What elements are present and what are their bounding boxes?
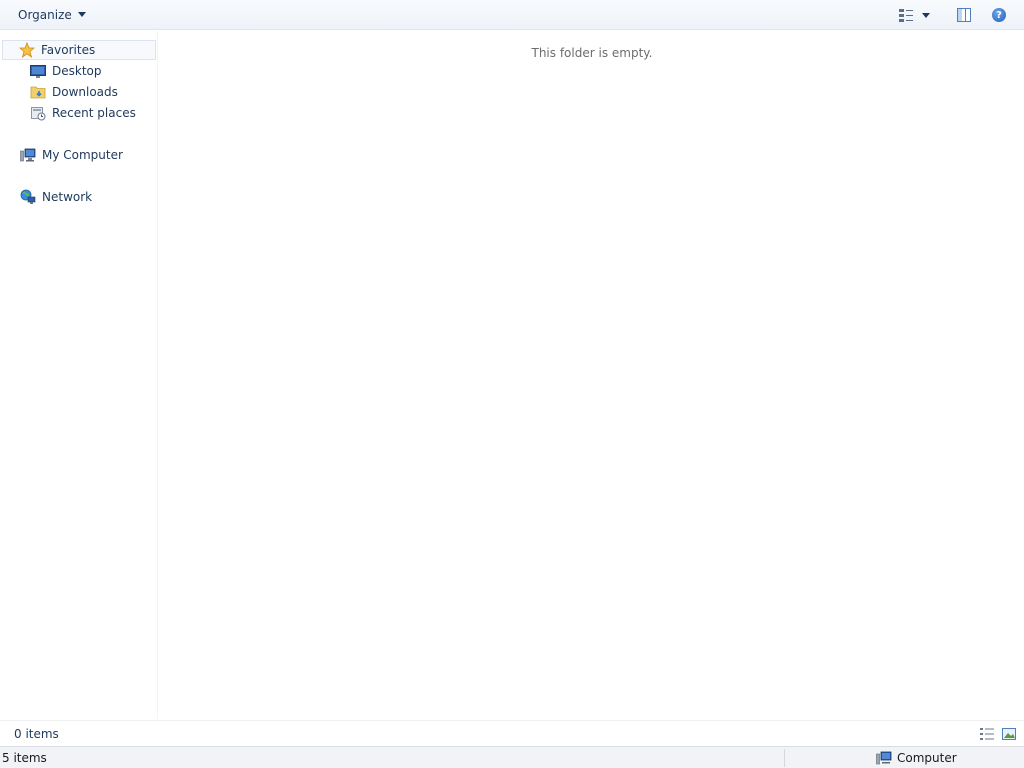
computer-icon — [20, 148, 36, 162]
nav-label-my-computer: My Computer — [42, 148, 123, 162]
command-bar: Organize ? — [0, 0, 1024, 30]
status-zone: Computer — [876, 749, 957, 767]
nav-item-favorites[interactable]: Favorites — [2, 40, 156, 60]
organize-label: Organize — [18, 7, 72, 22]
large-icons-view-icon[interactable] — [1001, 726, 1017, 742]
nav-label-downloads: Downloads — [52, 85, 118, 99]
view-dropdown-chevron-icon[interactable] — [922, 12, 930, 18]
network-icon — [20, 189, 36, 204]
chevron-down-icon — [77, 12, 86, 17]
item-count: 0 items — [14, 727, 59, 741]
nav-item-network[interactable]: Network — [20, 187, 92, 207]
nav-label-desktop: Desktop — [52, 64, 102, 78]
change-view-icon — [899, 9, 913, 22]
star-icon — [19, 42, 35, 58]
details-bar: 0 items — [0, 720, 1024, 746]
empty-folder-message: This folder is empty. — [531, 46, 653, 60]
help-button[interactable]: ? — [992, 5, 1006, 25]
status-item-count: 5 items — [2, 751, 47, 765]
preview-pane-button[interactable] — [956, 5, 972, 25]
preview-pane-icon — [957, 8, 971, 22]
status-separator — [784, 749, 785, 767]
status-zone-label: Computer — [897, 751, 957, 765]
nav-label-recent-places: Recent places — [52, 106, 136, 120]
computer-icon — [876, 751, 892, 765]
navigation-pane: Favorites Desktop Downloads Recent place… — [0, 31, 158, 719]
desktop-icon — [30, 65, 46, 78]
downloads-folder-icon — [30, 86, 46, 99]
nav-item-my-computer[interactable]: My Computer — [20, 145, 123, 165]
nav-item-downloads[interactable]: Downloads — [30, 82, 118, 102]
organize-button[interactable]: Organize — [10, 4, 94, 25]
nav-item-desktop[interactable]: Desktop — [30, 61, 102, 81]
nav-label-favorites: Favorites — [41, 43, 96, 57]
change-view-button[interactable] — [898, 5, 930, 25]
help-icon: ? — [992, 8, 1006, 22]
nav-label-network: Network — [42, 190, 93, 204]
view-toggle-group — [979, 726, 1017, 742]
status-bar: 5 items Computer — [0, 746, 1024, 768]
nav-item-recent-places[interactable]: Recent places — [30, 103, 136, 123]
recent-places-icon — [31, 107, 46, 121]
details-view-icon[interactable] — [979, 726, 995, 742]
